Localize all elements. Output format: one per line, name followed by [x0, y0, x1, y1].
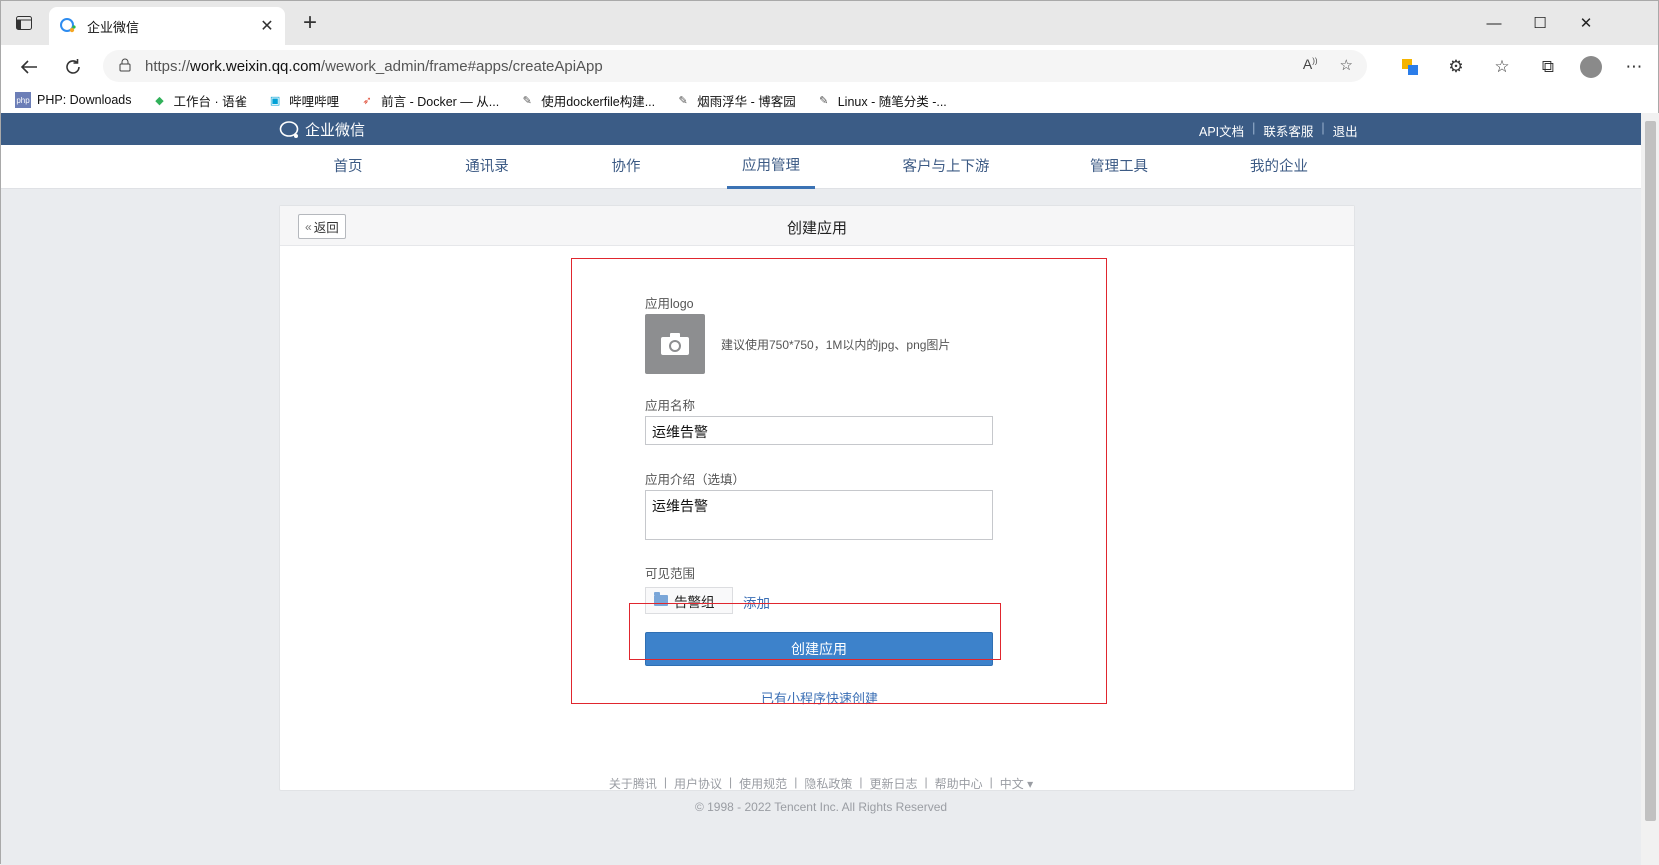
bookmark-docker[interactable]: ➶ 前言 - Docker — 从... — [359, 91, 500, 110]
tab-strip: 企业微信 ✕ + — ☐ ✕ — [1, 1, 1658, 45]
footer-help-link[interactable]: 帮助中心 — [935, 775, 983, 792]
nav-app-management[interactable]: 应用管理 — [727, 145, 815, 189]
back-arrow-icon[interactable] — [15, 53, 43, 81]
url-text: https://work.weixin.qq.com/wework_admin/… — [145, 57, 603, 75]
minimize-icon[interactable]: — — [1471, 9, 1517, 37]
bookmark-yuque[interactable]: ◆ 工作台 · 语雀 — [152, 91, 247, 110]
bookmark-php[interactable]: php PHP: Downloads — [15, 92, 132, 108]
profile-avatar[interactable] — [1580, 56, 1602, 78]
close-window-icon[interactable]: ✕ — [1563, 9, 1609, 37]
nav-my-company[interactable]: 我的企业 — [1243, 145, 1315, 189]
bookmark-bilibili[interactable]: ▣ 哔哩哔哩 — [267, 91, 339, 110]
nav-home[interactable]: 首页 — [319, 145, 377, 189]
footer-rules-link[interactable]: 使用规范 — [739, 775, 787, 792]
nav-admin-tools[interactable]: 管理工具 — [1083, 145, 1155, 189]
read-aloud-icon[interactable]: A)) — [1303, 56, 1318, 74]
favorite-add-icon[interactable]: ☆ — [1340, 56, 1353, 74]
maximize-icon[interactable]: ☐ — [1517, 9, 1563, 37]
tab-title: 企业微信 — [87, 19, 140, 35]
main-nav: 首页 通讯录 协作 应用管理 客户与上下游 管理工具 我的企业 — [1, 145, 1641, 189]
cnblogs-icon: ✎ — [819, 94, 829, 107]
bookmarks-bar: php PHP: Downloads ◆ 工作台 · 语雀 ▣ 哔哩哔哩 ➶ 前言 - … — [1, 87, 1658, 113]
logout-link[interactable]: 退出 — [1333, 121, 1358, 140]
bookmark-cnblogs[interactable]: ✎ 烟雨浮华 - 博客园 — [675, 91, 796, 110]
footer-language-select[interactable]: 中文 ▾ — [1000, 775, 1033, 792]
card-header: « 返回 创建应用 — [280, 206, 1354, 246]
translate-extension-icon[interactable] — [1396, 53, 1424, 81]
api-docs-link[interactable]: API文档 — [1199, 121, 1244, 140]
wecom-logo-icon — [279, 120, 299, 138]
bilibili-icon: ▣ — [269, 94, 281, 107]
new-tab-button[interactable]: + — [297, 11, 323, 37]
footer-privacy-link[interactable]: 隐私政策 — [804, 775, 852, 792]
footer-terms-link[interactable]: 用户协议 — [674, 775, 722, 792]
bookmark-linux[interactable]: ✎ Linux - 随笔分类 -... — [816, 91, 947, 110]
contact-support-link[interactable]: 联系客服 — [1263, 121, 1313, 140]
collections-icon[interactable]: ⧉ — [1534, 53, 1562, 81]
wecom-logo[interactable]: 企业微信 — [279, 119, 365, 140]
rocket-icon: ➶ — [362, 94, 372, 107]
footer-changelog-link[interactable]: 更新日志 — [869, 775, 917, 792]
page-scrollbar[interactable] — [1641, 113, 1659, 865]
tab-close-icon[interactable]: ✕ — [259, 16, 275, 36]
bookmark-dockerfile[interactable]: ✎ 使用dockerfile构建... — [519, 91, 656, 110]
browser-window: 企业微信 ✕ + — ☐ ✕ https://work.weixin.qq.co… — [0, 0, 1659, 865]
browser-toolbar: https://work.weixin.qq.com/wework_admin/… — [1, 45, 1658, 87]
wecom-favicon-icon — [60, 18, 76, 33]
address-bar[interactable]: https://work.weixin.qq.com/wework_admin/… — [103, 50, 1367, 82]
more-menu-icon[interactable]: ⋯ — [1620, 53, 1648, 81]
tab-actions-icon[interactable] — [13, 14, 35, 32]
browser-tab[interactable]: 企业微信 ✕ — [49, 7, 285, 45]
yuque-icon: ◆ — [155, 94, 164, 107]
lock-icon[interactable] — [119, 58, 131, 75]
highlight-box-button — [629, 603, 1001, 660]
site-topbar: 企业微信 API文档 | 联系客服 | 退出 — [1, 113, 1641, 145]
nav-collaboration[interactable]: 协作 — [598, 145, 654, 189]
page-footer: 关于腾讯 | 用户协议 | 使用规范 | 隐私政策 | 更新日志 | 帮助中心 | 中文 ▾… — [1, 775, 1641, 814]
page-title: 创建应用 — [786, 220, 847, 237]
php-icon: php — [15, 92, 31, 108]
nav-contacts[interactable]: 通讯录 — [456, 145, 518, 189]
favorites-icon[interactable]: ☆ — [1488, 53, 1516, 81]
footer-about-link[interactable]: 关于腾讯 — [609, 775, 657, 792]
nav-customers[interactable]: 客户与上下游 — [894, 145, 998, 189]
copyright: © 1998 - 2022 Tencent Inc. All Rights Re… — [694, 800, 948, 814]
cnblogs-icon: ✎ — [522, 94, 532, 107]
extensions-icon[interactable]: ⚙ — [1442, 53, 1470, 81]
scrollbar-thumb[interactable] — [1645, 121, 1656, 821]
cnblogs-icon: ✎ — [678, 94, 688, 107]
web-page: 企业微信 API文档 | 联系客服 | 退出 首页 通讯录 协作 应用管理 客户… — [1, 113, 1641, 865]
refresh-icon[interactable] — [59, 53, 87, 81]
